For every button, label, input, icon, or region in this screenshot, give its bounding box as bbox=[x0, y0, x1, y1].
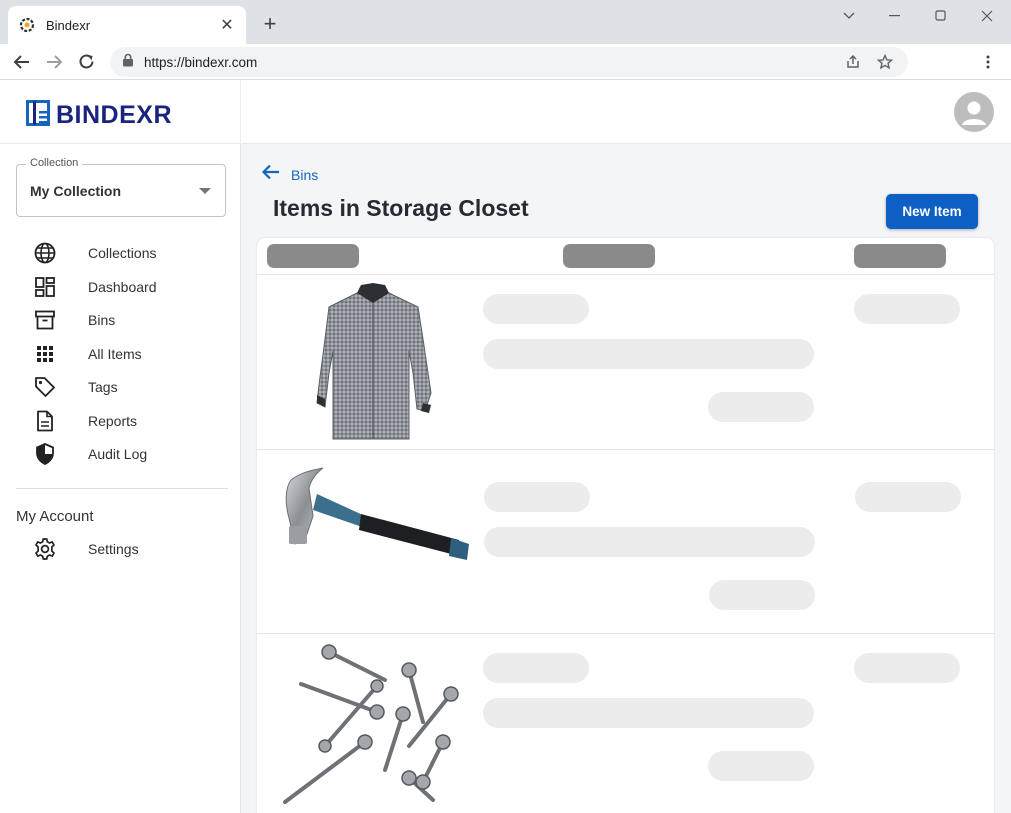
sidebar-item-label: Dashboard bbox=[88, 279, 157, 295]
loading-placeholder bbox=[855, 482, 961, 512]
sidebar-item-settings[interactable]: Settings bbox=[0, 533, 240, 565]
document-icon bbox=[33, 409, 57, 433]
shield-icon bbox=[33, 442, 57, 466]
column-header-placeholder bbox=[854, 244, 946, 268]
sidebar-item-audit-log[interactable]: Audit Log bbox=[0, 438, 240, 470]
sidebar-item-bins[interactable]: Bins bbox=[0, 304, 240, 336]
reload-icon[interactable] bbox=[73, 48, 101, 76]
loading-placeholder bbox=[483, 339, 814, 369]
address-bar[interactable]: https://bindexr.com bbox=[110, 47, 908, 77]
sidebar-item-tags[interactable]: Tags bbox=[0, 371, 240, 403]
loading-placeholder bbox=[484, 527, 815, 557]
sidebar-item-reports[interactable]: Reports bbox=[0, 405, 240, 437]
browser-tab-strip: Bindexr ✕ + bbox=[0, 0, 1011, 44]
gear-icon bbox=[33, 537, 57, 561]
loading-placeholder bbox=[483, 294, 589, 324]
page-title: Items in Storage Closet bbox=[273, 195, 529, 221]
loading-placeholder bbox=[854, 653, 960, 683]
main-content: Bins Items in Storage Closet New Item bbox=[241, 144, 1011, 813]
tab-search-icon[interactable] bbox=[826, 6, 872, 26]
browser-menu-icon[interactable] bbox=[976, 48, 1000, 76]
globe-icon bbox=[33, 241, 57, 265]
back-to-bins-link[interactable]: Bins bbox=[261, 163, 318, 186]
sidebar: Collection My Collection Collections Das… bbox=[0, 144, 241, 813]
collection-value: My Collection bbox=[30, 183, 122, 199]
sidebar-item-collections[interactable]: Collections bbox=[0, 237, 240, 269]
loading-placeholder bbox=[709, 580, 815, 610]
dropdown-arrow-icon bbox=[199, 188, 211, 194]
loading-placeholder bbox=[708, 392, 814, 422]
table-row[interactable] bbox=[257, 633, 994, 813]
archive-icon bbox=[33, 308, 57, 332]
sidebar-item-label: Bins bbox=[88, 312, 116, 328]
collection-select[interactable]: Collection My Collection bbox=[16, 157, 226, 217]
new-item-button[interactable]: New Item bbox=[886, 194, 978, 229]
back-link-label: Bins bbox=[291, 166, 319, 183]
back-arrow-icon[interactable] bbox=[8, 48, 36, 76]
loading-placeholder bbox=[854, 294, 960, 324]
sidebar-divider bbox=[16, 488, 228, 489]
sidebar-item-label: Audit Log bbox=[88, 446, 148, 462]
grid-icon bbox=[33, 342, 57, 366]
bindexr-logo[interactable]: BINDEXR bbox=[26, 100, 172, 131]
browser-toolbar: https://bindexr.com bbox=[0, 44, 1011, 80]
loading-placeholder bbox=[483, 653, 589, 683]
tab-title: Bindexr bbox=[46, 17, 91, 33]
dashboard-icon bbox=[33, 275, 57, 299]
items-table bbox=[257, 238, 994, 813]
table-row[interactable] bbox=[257, 449, 994, 633]
lock-icon bbox=[122, 53, 134, 72]
sidebar-item-label: Tags bbox=[88, 379, 118, 395]
maximize-icon[interactable] bbox=[918, 6, 964, 26]
sidebar-item-label: Reports bbox=[88, 413, 138, 429]
app-header: BINDEXR bbox=[0, 80, 1011, 144]
new-tab-icon[interactable]: + bbox=[258, 12, 282, 36]
column-header-placeholder bbox=[563, 244, 655, 268]
logo-text: BINDEXR bbox=[56, 101, 173, 129]
sidebar-item-label: Collections bbox=[88, 245, 157, 261]
minimize-icon[interactable] bbox=[872, 6, 918, 26]
hammer-image bbox=[273, 464, 473, 584]
tab-close-icon[interactable]: ✕ bbox=[218, 15, 236, 35]
loading-placeholder bbox=[708, 751, 814, 781]
forward-arrow-icon[interactable] bbox=[40, 48, 68, 76]
bookmark-star-icon[interactable] bbox=[874, 51, 896, 73]
collection-label: Collection bbox=[26, 157, 83, 169]
sidebar-item-all-items[interactable]: All Items bbox=[0, 338, 240, 370]
tag-icon bbox=[33, 375, 57, 399]
column-header-placeholder bbox=[267, 244, 359, 268]
table-row[interactable] bbox=[257, 274, 994, 449]
sidebar-item-dashboard[interactable]: Dashboard bbox=[0, 271, 240, 303]
arrow-left-icon bbox=[261, 163, 281, 186]
loading-placeholder bbox=[484, 482, 590, 512]
my-account-heading: My Account bbox=[16, 508, 94, 525]
sidebar-item-label: All Items bbox=[88, 346, 142, 362]
shirt-image bbox=[273, 281, 473, 446]
sidebar-item-label: Settings bbox=[88, 541, 139, 557]
bindexr-favicon-icon bbox=[18, 16, 36, 34]
close-window-icon[interactable] bbox=[964, 6, 1010, 26]
url-text: https://bindexr.com bbox=[144, 54, 258, 70]
screws-image bbox=[273, 642, 473, 812]
loading-placeholder bbox=[483, 698, 814, 728]
header-divider bbox=[240, 80, 241, 144]
share-icon[interactable] bbox=[842, 51, 864, 73]
browser-tab[interactable]: Bindexr ✕ bbox=[8, 6, 246, 44]
logo-icon bbox=[26, 100, 52, 131]
user-avatar-icon[interactable] bbox=[954, 92, 994, 132]
